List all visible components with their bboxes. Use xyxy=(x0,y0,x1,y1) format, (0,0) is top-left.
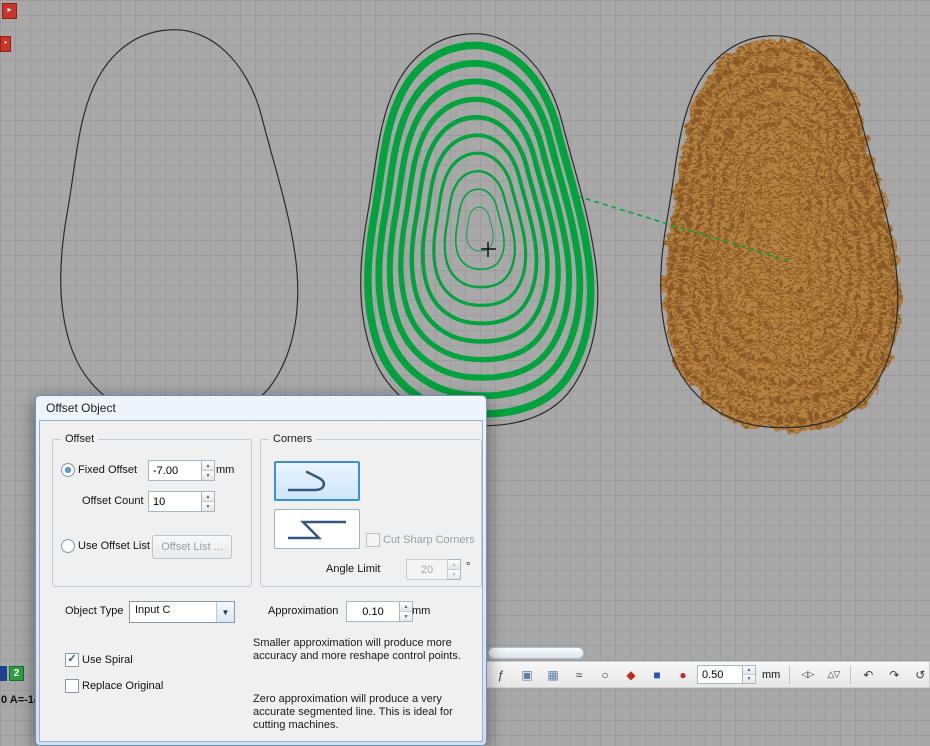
offset-count-label: Offset Count xyxy=(82,495,144,507)
icon-glyph: △▽ xyxy=(827,669,839,680)
outline-width-input[interactable] xyxy=(697,665,743,684)
angle-limit-spinner: ▲ ▼ xyxy=(406,559,461,580)
sharp-corner-icon xyxy=(285,515,349,543)
fixed-offset-down-button[interactable]: ▼ xyxy=(202,471,214,480)
horizontal-scrollbar-thumb[interactable] xyxy=(488,647,584,659)
approximation-unit-label: mm xyxy=(412,605,430,617)
show-stitches-icon[interactable]: ≈ xyxy=(567,663,591,687)
approximation-down-button[interactable]: ▼ xyxy=(400,612,412,621)
offset-preview-shape[interactable] xyxy=(361,34,598,426)
fixed-offset-up-button[interactable]: ▲ xyxy=(202,461,214,471)
icon-glyph: ↷ xyxy=(889,668,899,682)
icon-glyph: ƒ xyxy=(498,668,505,682)
dialog-titlebar[interactable]: Offset Object xyxy=(39,396,483,420)
rounded-corner-icon xyxy=(285,467,349,495)
angle-limit-label: Angle Limit xyxy=(326,563,380,575)
rotate-ccw-icon[interactable]: ↺ xyxy=(908,663,930,687)
offset-count-down-button[interactable]: ▼ xyxy=(202,502,214,511)
color-chip-partial[interactable] xyxy=(0,666,7,681)
mirror-vertical-icon[interactable]: △▽ xyxy=(821,663,845,687)
approximation-up-button[interactable]: ▲ xyxy=(400,602,412,612)
rounded-corners-button[interactable] xyxy=(274,461,360,501)
offset-count-up-button[interactable]: ▲ xyxy=(202,492,214,502)
use-offset-list-radio[interactable] xyxy=(61,539,75,553)
object-type-combobox[interactable]: Input C ▼ xyxy=(129,601,235,623)
icon-glyph: ▣ xyxy=(521,668,532,682)
dialog-title: Offset Object xyxy=(46,401,116,415)
show-outlines-icon[interactable]: ○ xyxy=(593,663,617,687)
offset-list-button[interactable]: Offset List ... xyxy=(152,535,232,559)
approximation-input[interactable] xyxy=(346,601,400,622)
rotate-left-icon[interactable]: ↶ xyxy=(856,663,880,687)
toolbar-separator xyxy=(789,666,790,684)
mirror-horizontal-icon[interactable]: ◁▷ xyxy=(795,663,819,687)
angle-limit-down-button[interactable]: ▼ xyxy=(448,570,460,579)
outline-width-spinner: ▲ ▼ xyxy=(697,665,756,684)
offset-group-legend: Offset xyxy=(61,433,98,445)
fixed-offset-label: Fixed Offset xyxy=(78,464,137,476)
icon-glyph: ≈ xyxy=(576,668,583,682)
use-spiral-checkbox[interactable] xyxy=(65,653,79,667)
icon-glyph: ○ xyxy=(601,668,608,682)
replace-original-checkbox[interactable] xyxy=(65,679,79,693)
color-chip-2[interactable]: 2 xyxy=(9,666,24,681)
show-connectors-icon[interactable]: ■ xyxy=(645,663,669,687)
sharp-corners-button[interactable] xyxy=(274,509,360,549)
offset-count-input[interactable] xyxy=(148,491,202,512)
icon-glyph: ■ xyxy=(653,668,660,682)
fixed-offset-radio[interactable] xyxy=(61,463,75,477)
rotate-right-icon[interactable]: ↷ xyxy=(882,663,906,687)
chevron-down-icon[interactable]: ▼ xyxy=(216,602,234,622)
fixed-offset-unit-label: mm xyxy=(216,464,234,476)
use-offset-list-label: Use Offset List xyxy=(78,540,150,552)
view-toolbar: ƒ ▣ ▦ ≈ ○ ◆ ■ ● ▲ ▼ mm ◁▷ △▽ ↶ ↷ ↺ ↻ xyxy=(486,661,930,688)
show-start-end-icon[interactable]: ● xyxy=(671,663,695,687)
show-nodes-icon[interactable]: ◆ xyxy=(619,663,643,687)
corners-group-legend: Corners xyxy=(269,433,316,445)
angle-limit-input[interactable] xyxy=(406,559,448,580)
icon-glyph: ↶ xyxy=(863,668,873,682)
floating-toolbar-fragment-icon-1[interactable]: ▸ xyxy=(2,3,17,19)
icon-glyph: ◁▷ xyxy=(801,669,813,680)
approximation-note-2: Zero approximation will produce a very a… xyxy=(253,693,481,732)
cut-sharp-corners-label: Cut Sharp Corners xyxy=(383,534,475,546)
toolbar-separator xyxy=(850,666,851,684)
object-type-value: Input C xyxy=(130,602,216,622)
offset-count-spinner: ▲ ▼ xyxy=(148,491,215,512)
use-spiral-label: Use Spiral xyxy=(82,654,133,666)
show-grid-icon[interactable]: ▦ xyxy=(541,663,565,687)
outline-shape[interactable] xyxy=(61,30,298,422)
icon-glyph: ◆ xyxy=(626,668,635,682)
design-canvas[interactable]: { "colors": { "spiral_green": "#00a33e",… xyxy=(0,0,930,726)
replace-original-label: Replace Original xyxy=(82,680,163,692)
outline-width-down-button[interactable]: ▼ xyxy=(743,675,755,683)
object-type-label: Object Type xyxy=(65,605,124,617)
show-picture-icon[interactable]: ▣ xyxy=(515,663,539,687)
floating-toolbar-fragment-icon-2[interactable]: • xyxy=(0,36,11,52)
cut-sharp-corners-checkbox[interactable] xyxy=(366,533,380,547)
outline-width-up-button[interactable]: ▲ xyxy=(743,666,755,675)
approximation-note-1: Smaller approximation will produce more … xyxy=(253,637,481,663)
stitch-preview-shape[interactable] xyxy=(661,36,898,428)
approximation-spinner: ▲ ▼ xyxy=(346,601,413,622)
icon-glyph: ● xyxy=(679,668,686,682)
show-functions-icon[interactable]: ƒ xyxy=(489,663,513,687)
icon-glyph: ↺ xyxy=(915,668,925,682)
offset-list-button-label: Offset List ... xyxy=(161,541,223,553)
fixed-offset-input[interactable] xyxy=(148,460,202,481)
angle-limit-unit-label: ° xyxy=(466,561,470,573)
outline-width-unit-label: mm xyxy=(762,669,780,681)
fixed-offset-spinner: ▲ ▼ xyxy=(148,460,215,481)
offset-object-dialog: Offset Object Offset Fixed Offset ▲ ▼ mm… xyxy=(35,395,487,746)
angle-limit-up-button[interactable]: ▲ xyxy=(448,560,460,570)
icon-glyph: ▦ xyxy=(547,668,558,682)
approximation-label: Approximation xyxy=(268,605,338,617)
crosshair-cursor xyxy=(481,242,496,257)
